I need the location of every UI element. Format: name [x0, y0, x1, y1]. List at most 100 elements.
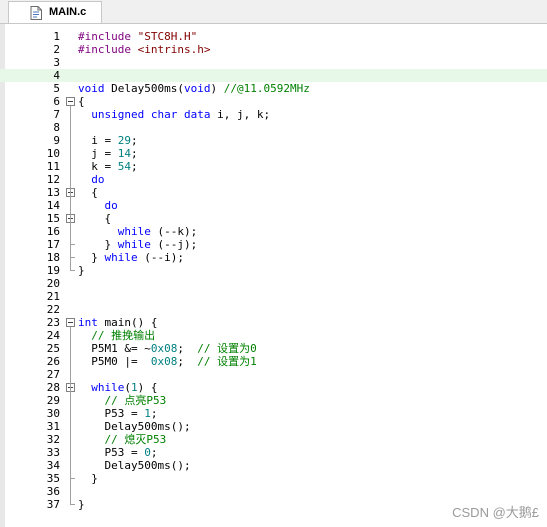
- line-number: 4: [53, 69, 60, 82]
- code-line[interactable]: 23 int main() {: [0, 316, 547, 329]
- code-token: ;: [131, 147, 138, 160]
- code-line[interactable]: 18 } while (--i);: [0, 251, 547, 264]
- code-line[interactable]: 29 // 点亮P53: [0, 394, 547, 407]
- code-token: (--k);: [150, 225, 198, 238]
- code-line[interactable]: 5 void Delay500ms(void) //@11.0592MHz: [0, 82, 547, 95]
- code-line[interactable]: 31 Delay500ms();: [0, 420, 547, 433]
- code-line[interactable]: 11 k = 54;: [0, 160, 547, 173]
- line-code: }: [78, 472, 98, 485]
- code-token: while: [104, 251, 138, 264]
- code-token: ;: [177, 355, 198, 368]
- code-token: while: [117, 238, 151, 251]
- code-line[interactable]: 32 // 熄灭P53: [0, 433, 547, 446]
- code-line[interactable]: 8: [0, 121, 547, 134]
- fold-toggle-icon[interactable]: [66, 318, 75, 327]
- code-line[interactable]: 19}: [0, 264, 547, 277]
- code-line[interactable]: 14 do: [0, 199, 547, 212]
- code-line[interactable]: 7 unsigned char data i, j, k;: [0, 108, 547, 121]
- line-number: 34: [46, 459, 60, 472]
- line-number: 24: [46, 329, 60, 342]
- code-token: // 设置为1: [197, 355, 257, 368]
- line-code: P53 = 0;: [78, 446, 157, 459]
- fold-toggle-icon[interactable]: [66, 97, 75, 106]
- code-token: while: [91, 381, 125, 394]
- line-number: 9: [53, 134, 60, 147]
- code-line[interactable]: 28 while(1) {: [0, 381, 547, 394]
- code-token: {: [78, 95, 85, 108]
- line-code: P5M1 &= ~0x08; // 设置为0: [78, 342, 257, 355]
- line-number: 31: [46, 420, 60, 433]
- code-token: // 设置为0: [197, 342, 257, 355]
- code-token: i =: [78, 134, 118, 147]
- code-token: 0: [144, 446, 151, 459]
- code-line[interactable]: 17 } while (--j);: [0, 238, 547, 251]
- code-line[interactable]: 25 P5M1 &= ~0x08; // 设置为0: [0, 342, 547, 355]
- line-code: // 熄灭P53: [78, 433, 167, 446]
- code-line[interactable]: 27: [0, 368, 547, 381]
- c-file-icon: [30, 6, 42, 20]
- code-token: }: [78, 238, 118, 251]
- code-token: P53 =: [78, 407, 145, 420]
- code-token: // 推挽输出: [91, 329, 156, 342]
- line-number: 19: [46, 264, 60, 277]
- line-number: 21: [46, 290, 60, 303]
- code-token: (--j);: [150, 238, 198, 251]
- line-number: 2: [53, 43, 60, 56]
- code-token: void: [78, 82, 105, 95]
- code-line[interactable]: 1 #include "STC8H.H": [0, 30, 547, 43]
- code-line[interactable]: 20: [0, 277, 547, 290]
- code-line[interactable]: 12 do: [0, 173, 547, 186]
- code-token: unsigned char data: [91, 108, 211, 121]
- code-line[interactable]: 3: [0, 56, 547, 69]
- code-token: ;: [131, 134, 138, 147]
- line-number: 37: [46, 498, 60, 511]
- code-token: i, j, k;: [210, 108, 271, 121]
- code-line[interactable]: 24 // 推挽输出: [0, 329, 547, 342]
- code-line[interactable]: 35 }: [0, 472, 547, 485]
- line-number: 15: [46, 212, 60, 225]
- code-line[interactable]: 6{: [0, 95, 547, 108]
- line-code: k = 54;: [78, 160, 137, 173]
- code-editor[interactable]: 1 #include "STC8H.H" 2 #include <intrins.h>…: [0, 24, 547, 527]
- line-code: P53 = 1;: [78, 407, 157, 420]
- line-number: 23: [46, 316, 60, 329]
- line-code: P5M0 |= 0x08; // 设置为1: [78, 355, 257, 368]
- code-token: do: [104, 199, 118, 212]
- watermark: CSDN @大鹅£: [452, 505, 539, 520]
- line-code: do: [78, 199, 118, 212]
- code-line[interactable]: 15 {: [0, 212, 547, 225]
- code-line[interactable]: 22: [0, 303, 547, 316]
- code-token: Delay500ms();: [78, 459, 191, 472]
- code-line[interactable]: 26 P5M0 |= 0x08; // 设置为1: [0, 355, 547, 368]
- line-code: Delay500ms();: [78, 420, 190, 433]
- line-number: 6: [53, 95, 60, 108]
- code-line[interactable]: 30 P53 = 1;: [0, 407, 547, 420]
- line-code: unsigned char data i, j, k;: [78, 108, 270, 121]
- code-line[interactable]: 13 {: [0, 186, 547, 199]
- code-line[interactable]: 16 while (--k);: [0, 225, 547, 238]
- code-line[interactable]: 21: [0, 290, 547, 303]
- code-line[interactable]: 33 P53 = 0;: [0, 446, 547, 459]
- line-number: 33: [46, 446, 60, 459]
- code-line[interactable]: 4: [0, 69, 547, 82]
- line-number: 22: [46, 303, 60, 316]
- code-token: ;: [150, 407, 158, 420]
- line-number: 32: [46, 433, 60, 446]
- code-line[interactable]: 34 Delay500ms();: [0, 459, 547, 472]
- line-number: 16: [46, 225, 60, 238]
- code-token: Delay500ms(: [104, 82, 184, 95]
- code-token: (--i);: [137, 251, 184, 264]
- tab-main-c[interactable]: MAIN.c: [8, 1, 102, 23]
- code-line[interactable]: 36: [0, 485, 547, 498]
- code-line[interactable]: 9 i = 29;: [0, 134, 547, 147]
- line-number: 13: [46, 186, 60, 199]
- line-number: 14: [46, 199, 60, 212]
- code-token: #include: [78, 43, 138, 56]
- code-line[interactable]: 10 j = 14;: [0, 147, 547, 160]
- line-number: 5: [53, 82, 60, 95]
- code-line[interactable]: 2 #include <intrins.h>: [0, 43, 547, 56]
- line-number: 28: [46, 381, 60, 394]
- line-number: 27: [46, 368, 60, 381]
- line-code: i = 29;: [78, 134, 138, 147]
